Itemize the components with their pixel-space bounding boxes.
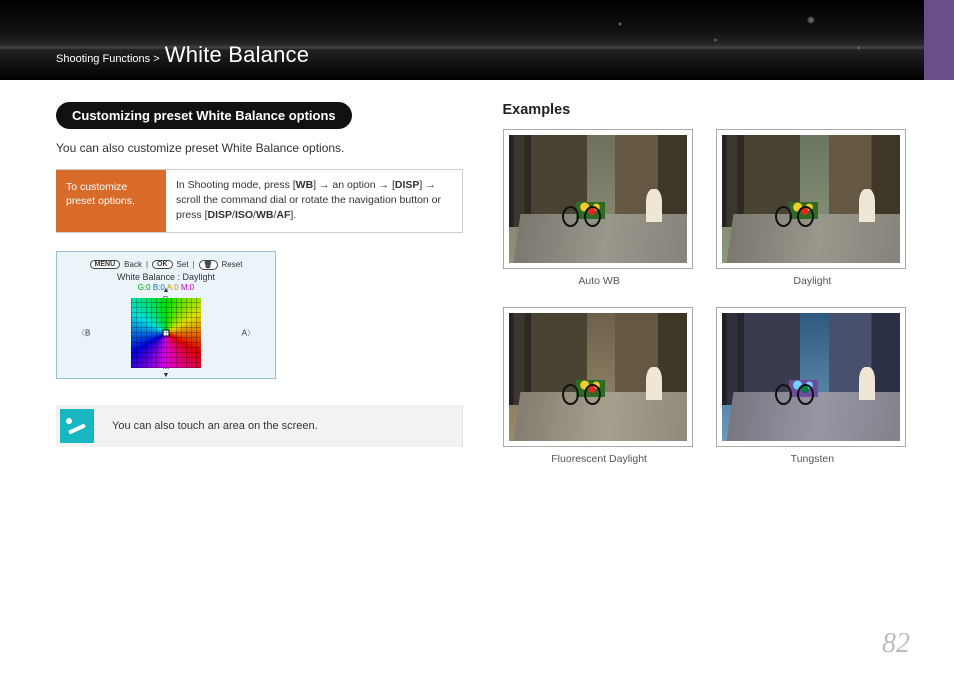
right-column: Examples Auto WB Daylight bbox=[503, 102, 910, 475]
axis-a: A〉 bbox=[242, 327, 255, 338]
val-g: G:0 bbox=[138, 283, 151, 292]
breadcrumb-section: Shooting Functions bbox=[56, 53, 150, 65]
content: Customizing preset White Balance options… bbox=[0, 80, 954, 475]
page-number: 82 bbox=[882, 628, 910, 660]
example-tung: Tungsten bbox=[716, 307, 909, 475]
wb-grid-wrap: ▲G M▼ 〈B A〉 bbox=[91, 298, 241, 368]
ok-button: OK bbox=[152, 260, 173, 269]
tip-text: You can also touch an area on the screen… bbox=[112, 420, 318, 432]
page-header: Shooting Functions > White Balance bbox=[0, 0, 954, 80]
thumb-auto bbox=[503, 129, 693, 269]
key-disp2: DISP bbox=[208, 209, 233, 221]
menu-button: MENU bbox=[90, 260, 121, 269]
thumb-flu bbox=[503, 307, 693, 447]
page-title: White Balance bbox=[165, 42, 309, 67]
axis-b: 〈B bbox=[77, 327, 90, 338]
howto-steps: In Shooting mode, press [WB] → an option… bbox=[166, 170, 462, 232]
accent-stripe bbox=[924, 0, 954, 80]
thumb-tung bbox=[716, 307, 906, 447]
photo-day bbox=[722, 135, 900, 263]
val-m: M:0 bbox=[181, 283, 194, 292]
howto-t1: In Shooting mode, press [ bbox=[176, 179, 296, 191]
cap-day: Daylight bbox=[716, 275, 909, 287]
screenshot-topbar: MENU Back | OK Set | 🗑 Reset bbox=[65, 260, 267, 270]
sep1: | bbox=[146, 260, 148, 269]
key-af: AF bbox=[276, 209, 290, 221]
wb-cursor bbox=[163, 329, 170, 336]
examples-title: Examples bbox=[503, 102, 910, 118]
breadcrumb-sep: > bbox=[153, 53, 159, 65]
key-disp: DISP bbox=[395, 179, 420, 191]
key-wb2: WB bbox=[256, 209, 274, 221]
screenshot-title: White Balance : Daylight bbox=[65, 272, 267, 282]
howto-t2: ] → an option → [ bbox=[313, 179, 395, 191]
photo-tung bbox=[722, 313, 900, 441]
left-column: Customizing preset White Balance options… bbox=[56, 102, 463, 475]
cap-auto: Auto WB bbox=[503, 275, 696, 287]
set-label: Set bbox=[177, 260, 189, 269]
photo-auto bbox=[509, 135, 687, 263]
cap-tung: Tungsten bbox=[716, 453, 909, 465]
howto-box: To customize preset options, In Shooting… bbox=[56, 169, 463, 233]
sep2: | bbox=[193, 260, 195, 269]
howto-t4: ]. bbox=[290, 209, 296, 221]
reset-label: Reset bbox=[222, 260, 243, 269]
del-button: 🗑 bbox=[199, 260, 218, 270]
example-auto: Auto WB bbox=[503, 129, 696, 297]
axis-b-l: B bbox=[85, 328, 90, 337]
thumb-day bbox=[716, 129, 906, 269]
intro-text: You can also customize preset White Bala… bbox=[56, 141, 463, 155]
example-flu: Fluorescent Daylight bbox=[503, 307, 696, 475]
breadcrumb: Shooting Functions > White Balance bbox=[56, 44, 309, 66]
howto-label: To customize preset options, bbox=[56, 170, 166, 232]
camera-screenshot: MENU Back | OK Set | 🗑 Reset White Balan… bbox=[56, 251, 276, 379]
photo-flu bbox=[509, 313, 687, 441]
pen-icon bbox=[60, 409, 94, 443]
example-day: Daylight bbox=[716, 129, 909, 297]
section-pill: Customizing preset White Balance options bbox=[56, 102, 352, 129]
key-iso: ISO bbox=[235, 209, 253, 221]
examples-grid: Auto WB Daylight Fluorescent Daylight bbox=[503, 129, 910, 475]
back-label: Back bbox=[124, 260, 142, 269]
wb-color-grid bbox=[131, 298, 201, 368]
key-wb: WB bbox=[296, 179, 314, 191]
cap-flu: Fluorescent Daylight bbox=[503, 453, 696, 465]
tip-box: You can also touch an area on the screen… bbox=[56, 405, 463, 447]
